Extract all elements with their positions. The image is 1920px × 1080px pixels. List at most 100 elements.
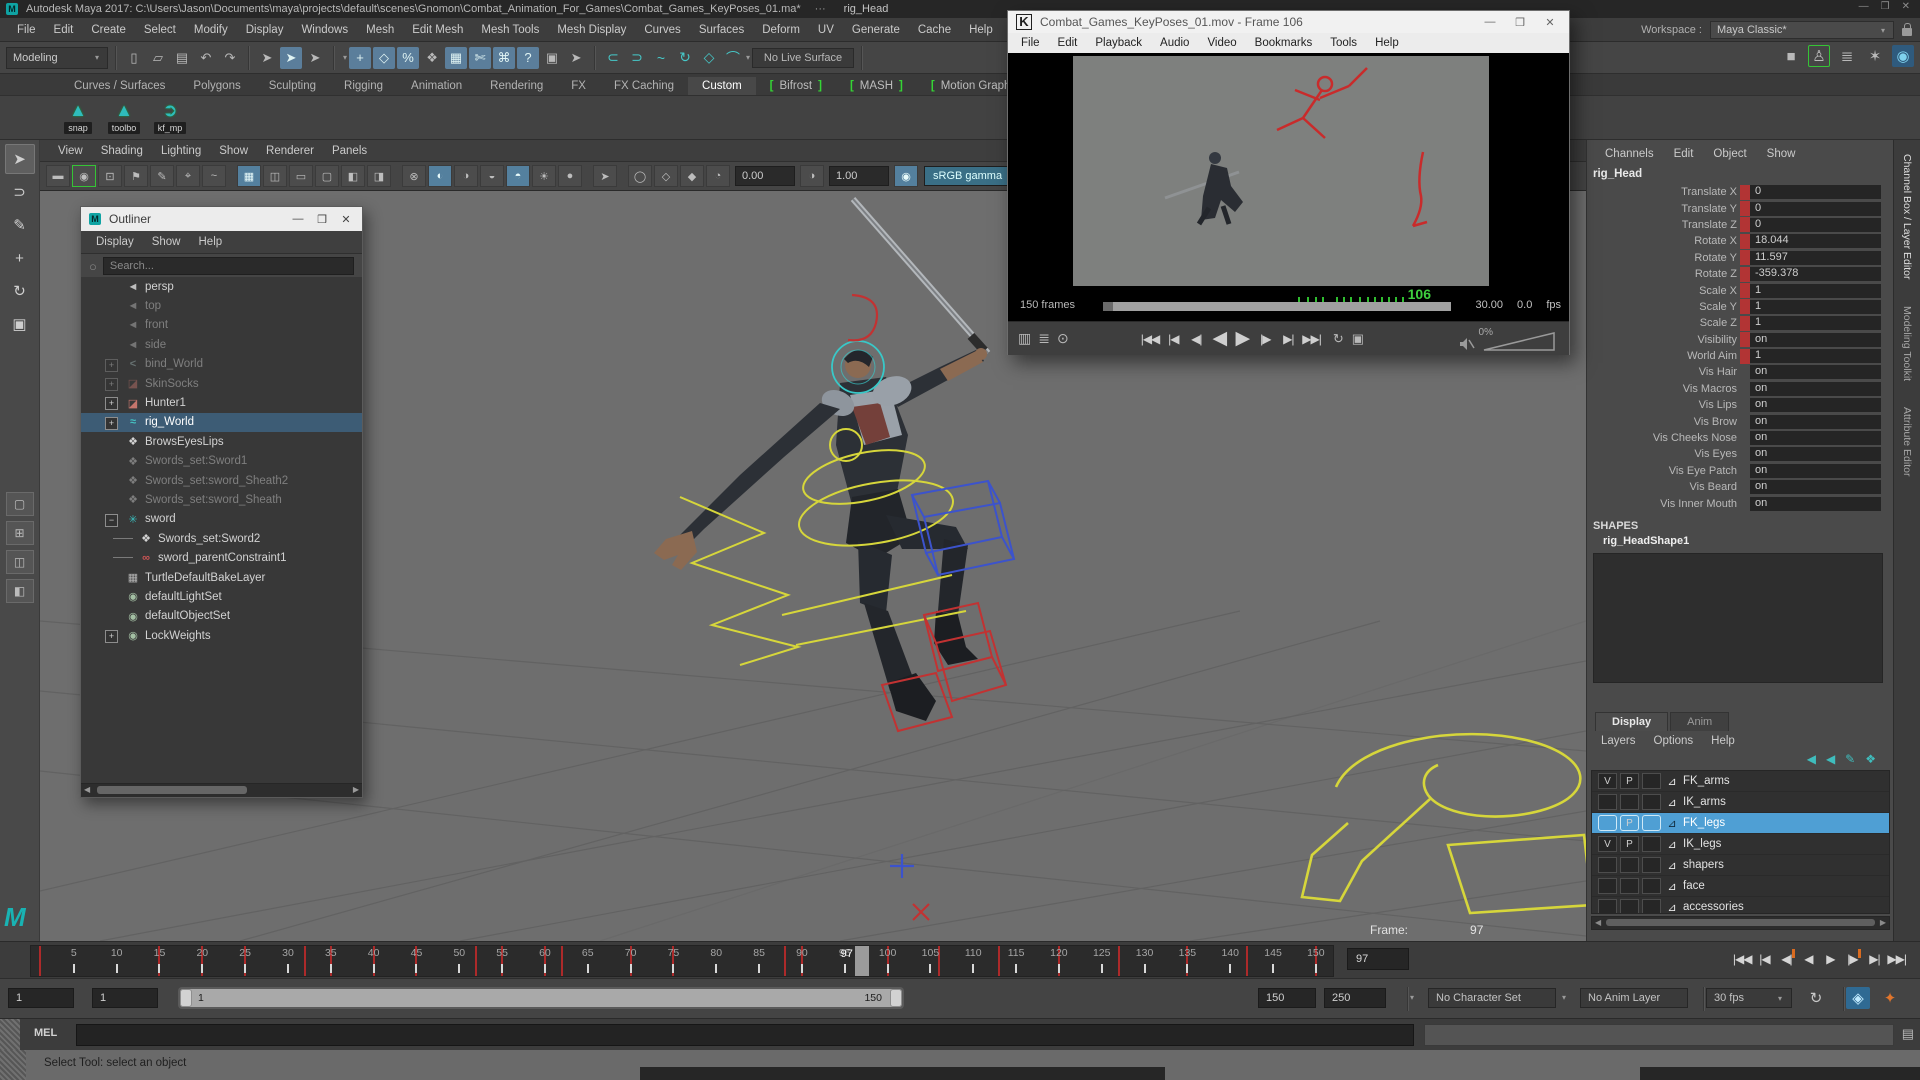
playback-loop-icon[interactable]: ↻ xyxy=(1804,987,1828,1009)
layer-visibility-toggle[interactable]: V xyxy=(1598,836,1617,852)
layer-row[interactable]: ⊿ shapers xyxy=(1592,855,1889,876)
player-menu-item[interactable]: Video xyxy=(1198,35,1245,51)
modeling-toolkit-icon[interactable]: ■ xyxy=(1780,45,1802,67)
minimize-button[interactable]: — xyxy=(1859,1,1869,12)
shelf-tab[interactable]: Polygons xyxy=(179,77,254,95)
snap-to-plane-icon[interactable]: ❖ xyxy=(421,47,443,69)
channel-row[interactable]: Scale X 1 xyxy=(1587,282,1893,298)
gate-mask-icon[interactable]: ▢ xyxy=(315,165,339,187)
lock-camera-icon[interactable]: ◉ xyxy=(72,165,96,187)
layer-display-toggle[interactable] xyxy=(1642,815,1661,831)
chevron-down-icon[interactable]: ▾ xyxy=(343,53,347,62)
sidebar-vertical-tab[interactable]: Modeling Toolkit xyxy=(1901,306,1913,381)
outliner-item[interactable]: ❖ Swords_set:sword_Sheath2 xyxy=(81,471,362,490)
menu-item[interactable]: Cache xyxy=(909,21,960,39)
layer-display-toggle[interactable] xyxy=(1642,773,1661,789)
outliner-item[interactable]: ❖ Swords_set:Sword2 xyxy=(81,529,362,548)
output-connections-icon[interactable]: ⊃ xyxy=(626,47,648,69)
outliner-item[interactable]: ◄ side xyxy=(81,335,362,354)
layer-playback-toggle[interactable] xyxy=(1620,857,1639,873)
outliner-item[interactable]: ❖ Swords_set:Sword1 xyxy=(81,452,362,471)
panel-menu-item[interactable]: Lighting xyxy=(153,143,209,159)
live-surface-field[interactable]: No Live Surface xyxy=(752,48,854,68)
snap-to-point-icon[interactable]: % xyxy=(397,47,419,69)
layer-row[interactable]: ⊿ IK_arms xyxy=(1592,792,1889,813)
menu-item[interactable]: Mesh Display xyxy=(548,21,635,39)
scale-tool-icon[interactable]: ▣ xyxy=(5,309,35,339)
layer-scrollbar[interactable]: ◀ ▶ xyxy=(1591,916,1890,930)
channel-value-field[interactable]: on xyxy=(1750,480,1881,494)
shelf-item[interactable]: ▲ snap xyxy=(58,98,98,139)
channel-box-menu-item[interactable]: Edit xyxy=(1666,146,1702,162)
channel-row[interactable]: Vis Cheeks Nose on xyxy=(1587,430,1893,446)
pan-zoom-icon[interactable]: ⌖ xyxy=(176,165,200,187)
select-tool-icon[interactable]: ➤ xyxy=(5,144,35,174)
channel-value-field[interactable]: 11.597 xyxy=(1750,251,1881,265)
shelf-tab[interactable]: FX Caching xyxy=(600,77,688,95)
player-menu-item[interactable]: Audio xyxy=(1151,35,1198,51)
outliner-item[interactable]: ∞ sword_parentConstraint1 xyxy=(81,548,362,567)
channel-row[interactable]: Visibility on xyxy=(1587,332,1893,348)
layer-next-icon[interactable]: ◀ xyxy=(1826,752,1835,766)
player-transport-button[interactable]: |◀◀ xyxy=(1141,328,1160,350)
playback-end-field[interactable]: 150 xyxy=(1258,988,1316,1008)
maximize-icon[interactable]: ❒ xyxy=(314,213,330,226)
shelf-tab[interactable]: Curves / Surfaces xyxy=(60,77,179,95)
panel-menu-item[interactable]: Panels xyxy=(324,143,375,159)
outliner-item[interactable]: ◉ defaultObjectSet xyxy=(81,607,362,626)
camera-attributes-icon[interactable]: ⊡ xyxy=(98,165,122,187)
field-chart-icon[interactable]: ◧ xyxy=(341,165,365,187)
channel-row[interactable]: Vis Beard on xyxy=(1587,479,1893,495)
layer-row[interactable]: ⊿ face xyxy=(1592,876,1889,897)
expand-toggle-icon[interactable] xyxy=(105,378,118,391)
fps-dropdown[interactable]: 30 fps ▾ xyxy=(1706,988,1792,1008)
default-material-icon[interactable]: ◒ xyxy=(480,165,504,187)
gamma-icon[interactable]: ◑ xyxy=(800,165,824,187)
lock-selection-icon[interactable]: ▣ xyxy=(541,47,563,69)
paint-select-tool-icon[interactable]: ✎ xyxy=(5,210,35,240)
layer-row[interactable]: V P ⊿ IK_legs xyxy=(1592,834,1889,855)
snap-together-icon[interactable]: ? xyxy=(517,47,539,69)
player-transport-button[interactable]: ▶| xyxy=(1279,328,1297,350)
joints-xray-icon[interactable]: ◇ xyxy=(654,165,678,187)
shelf-tab[interactable]: Custom xyxy=(688,77,756,95)
playback-button[interactable]: ▶ xyxy=(1821,946,1839,972)
outliner-item[interactable]: ❖ BrowsEyesLips xyxy=(81,432,362,451)
layer-display-toggle[interactable] xyxy=(1642,857,1661,873)
bookmark-icon[interactable]: ⚑ xyxy=(124,165,148,187)
player-menu-item[interactable]: Tools xyxy=(1321,35,1366,51)
loop-icon[interactable]: ↻ xyxy=(1333,331,1344,347)
channel-value-field[interactable]: on xyxy=(1750,382,1881,396)
layer-display-toggle[interactable] xyxy=(1642,899,1661,914)
playlist-icon[interactable]: ≣ xyxy=(1038,330,1050,347)
channel-row[interactable]: Vis Lips on xyxy=(1587,397,1893,413)
playback-button[interactable]: |▶ xyxy=(1843,946,1861,972)
channel-box-toggle-icon[interactable]: ≣ xyxy=(1836,45,1858,67)
layer-visibility-toggle[interactable] xyxy=(1598,857,1617,873)
outliner-titlebar[interactable]: M Outliner — ❒ ✕ xyxy=(81,207,362,231)
layer-display-toggle[interactable] xyxy=(1642,836,1661,852)
channel-value-field[interactable]: 1 xyxy=(1750,349,1881,363)
close-button[interactable]: ✕ xyxy=(1902,1,1910,12)
menu-item[interactable]: Modify xyxy=(185,21,237,39)
outliner-item[interactable]: ◪ Hunter1 xyxy=(81,393,362,412)
menu-item[interactable]: Display xyxy=(237,21,293,39)
playback-button[interactable]: |◀◀ xyxy=(1733,946,1752,972)
outliner-search-input[interactable]: Search... xyxy=(103,257,354,275)
channel-box-menu-item[interactable]: Channels xyxy=(1597,146,1662,162)
input-connections-icon[interactable]: ⊂ xyxy=(602,47,624,69)
layer-visibility-toggle[interactable] xyxy=(1598,878,1617,894)
workspace-lock-icon[interactable] xyxy=(1902,28,1912,36)
open-scene-icon[interactable]: ▱ xyxy=(147,47,169,69)
outliner-item[interactable]: ◪ SkinSocks xyxy=(81,374,362,393)
channel-row[interactable]: Vis Macros on xyxy=(1587,381,1893,397)
outliner-menu-item[interactable]: Show xyxy=(143,233,190,251)
outliner-item[interactable]: < bind_World xyxy=(81,355,362,374)
minimize-icon[interactable]: — xyxy=(1479,16,1501,28)
layer-visibility-toggle[interactable] xyxy=(1598,794,1617,810)
new-scene-icon[interactable]: ▯ xyxy=(123,47,145,69)
time-slider[interactable]: 5101520253035404550556065707580859095100… xyxy=(30,945,1334,977)
layer-row[interactable]: V P ⊿ FK_arms xyxy=(1592,771,1889,792)
isolate-select-icon[interactable]: ➤ xyxy=(593,165,617,187)
auto-keyframe-icon[interactable]: ✦ xyxy=(1878,987,1902,1009)
